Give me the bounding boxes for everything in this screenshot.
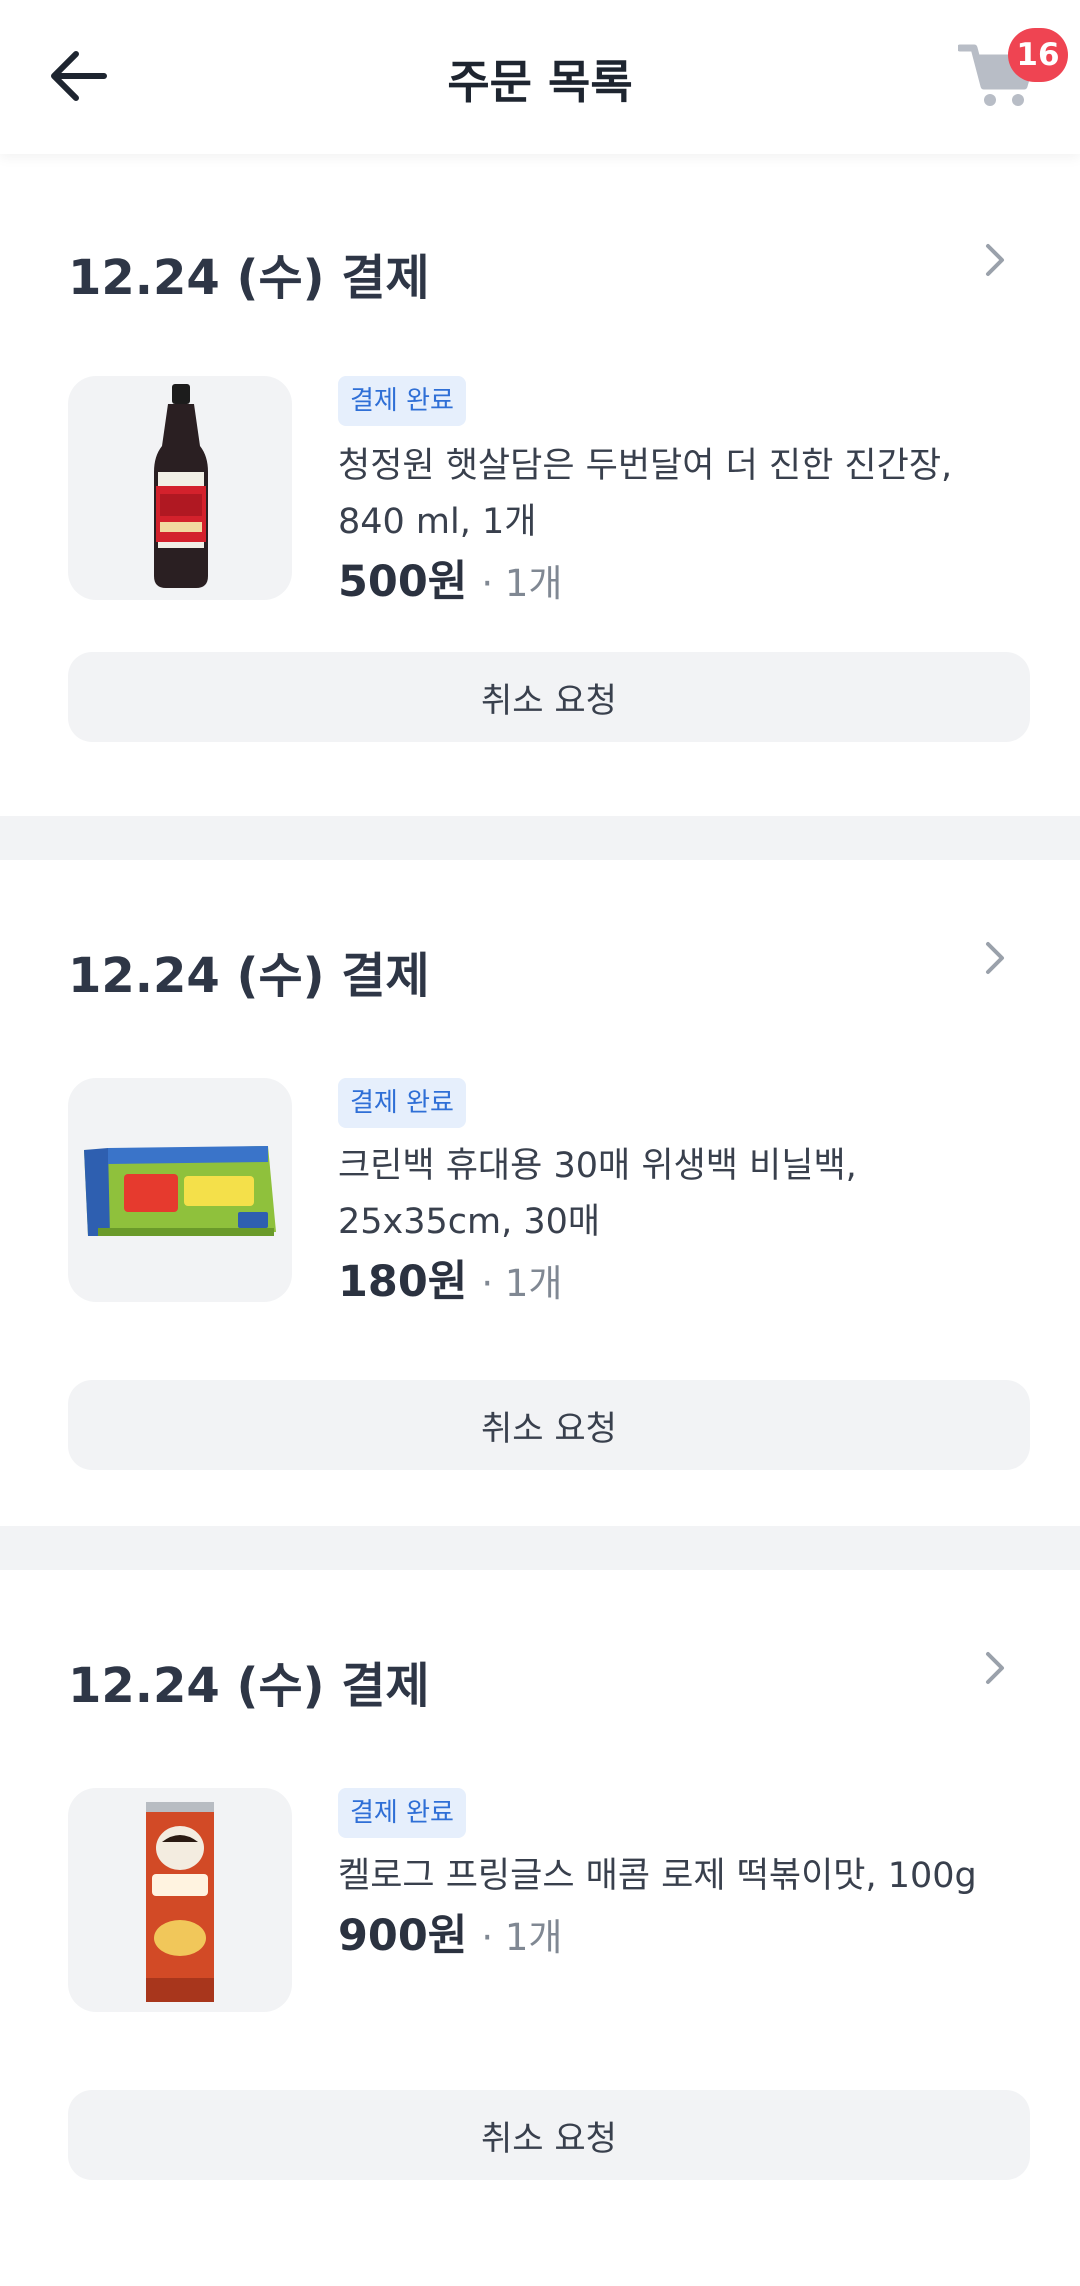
order-card: 12.24 (수) 결제 결제 완료 켈로그 프링글스 매콤 로제 떡볶이맛, … [0,1570,1080,2286]
price-row: 180원 · 1개 [338,1254,562,1312]
product-name[interactable]: 청정원 햇살담은 두번달여 더 진한 진간장, 840 ml, 1개 [338,438,1018,550]
chevron-right-icon [986,942,1004,974]
order-date: 12.24 (수) 결제 [68,948,430,1004]
order-card: 12.24 (수) 결제 결제 완료 청정원 햇살담은 두번달여 더 진한 진간… [0,154,1080,870]
product-price: 900원 [338,1911,468,1961]
cancel-request-button[interactable]: 취소 요청 [68,1380,1030,1470]
product-price: 180원 [338,1257,468,1307]
cancel-request-button[interactable]: 취소 요청 [68,2090,1030,2180]
product-name[interactable]: 크린백 휴대용 30매 위생백 비닐백, 25x35cm, 30매 [338,1138,1018,1250]
product-image[interactable] [68,1078,292,1302]
pringles-can-image [146,1802,214,2002]
section-divider [0,816,1080,860]
order-date: 12.24 (수) 결제 [68,1658,430,1714]
order-header[interactable]: 12.24 (수) 결제 [68,226,1018,306]
price-row: 900원 · 1개 [338,1908,562,1966]
soy-sauce-bottle-image [154,384,208,588]
chevron-right-icon [986,244,1004,276]
order-header[interactable]: 12.24 (수) 결제 [68,1634,1018,1714]
top-bar: 주문 목록 16 [0,0,1080,154]
cancel-request-button[interactable]: 취소 요청 [68,652,1030,742]
chevron-right-icon [986,1652,1004,1684]
product-quantity: · 1개 [481,562,563,605]
order-card: 12.24 (수) 결제 결제 완료 크린백 휴대용 30매 위생백 비닐백, … [0,860,1080,1576]
order-header[interactable]: 12.24 (수) 결제 [68,924,1018,1004]
order-date: 12.24 (수) 결제 [68,250,430,306]
section-divider [0,1526,1080,1570]
product-quantity: · 1개 [481,1262,563,1305]
status-badge: 결제 완료 [338,376,466,426]
price-row: 500원 · 1개 [338,554,562,612]
status-badge: 결제 완료 [338,1078,466,1128]
clean-bag-box-image [84,1146,276,1236]
page-title: 주문 목록 [447,55,633,109]
product-price: 500원 [338,557,468,607]
product-image[interactable] [68,376,292,600]
cart-count-badge: 16 [1008,28,1068,82]
product-image[interactable] [68,1788,292,2012]
status-badge: 결제 완료 [338,1788,466,1838]
product-quantity: · 1개 [481,1916,563,1959]
product-name[interactable]: 켈로그 프링글스 매콤 로제 떡볶이맛, 100g [338,1848,1018,1904]
